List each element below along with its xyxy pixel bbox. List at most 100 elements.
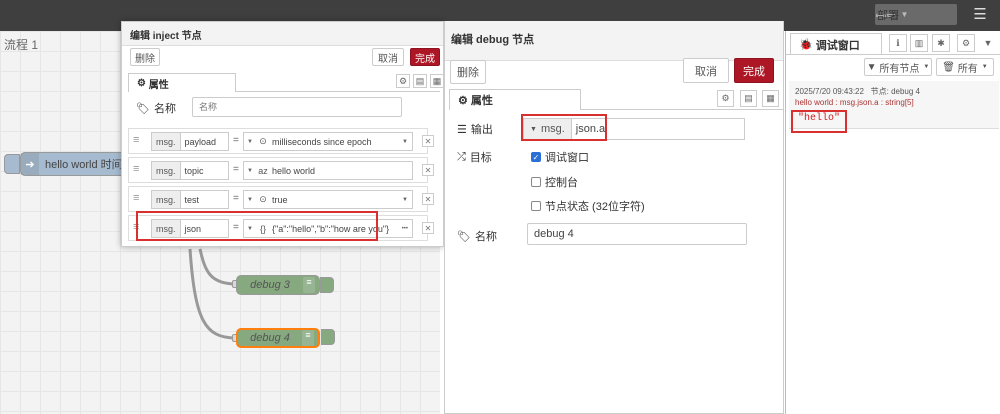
checkbox[interactable]	[531, 201, 541, 211]
cancel-button[interactable]: 取消	[683, 58, 729, 83]
drag-handle-icon[interactable]: ≡	[133, 192, 139, 204]
checkbox[interactable]	[531, 177, 541, 187]
deploy-label: 部署	[877, 9, 899, 22]
filter-label: 所有节点	[879, 63, 920, 75]
msg-prefix: msg.	[152, 162, 181, 179]
chevron-down-icon: ▼	[402, 196, 408, 203]
tab-debug[interactable]: 🐞 调试窗口	[790, 33, 882, 55]
more-icon[interactable]: •••	[402, 226, 408, 232]
type-icon: ⊙	[259, 194, 267, 204]
debug4-node[interactable]: debug 4 ≡	[236, 328, 320, 348]
name-label-row: 🏷 名称	[457, 228, 497, 244]
bug-icon[interactable]: ✱	[932, 34, 950, 52]
gear-icon[interactable]: ⚙	[396, 74, 410, 88]
output-label-row: ☰ 输出	[457, 121, 493, 137]
layout-icon[interactable]: ▦	[430, 74, 444, 88]
shuffle-icon: ⤮	[457, 150, 466, 163]
property-key-field[interactable]: msg. test	[151, 190, 229, 209]
option-debug-label: 调试窗口	[545, 152, 589, 164]
trash-icon: 🗑	[942, 61, 958, 73]
property-value: milliseconds since epoch	[272, 136, 372, 147]
remove-icon[interactable]: ✕	[422, 164, 434, 176]
option-console[interactable]: 控制台	[531, 174, 578, 190]
highlight-box	[521, 114, 607, 141]
name-label: 名称	[153, 103, 176, 115]
debug-tab-label: 调试窗口	[815, 39, 860, 52]
caret-down-icon: ▼	[981, 64, 988, 70]
message-header: 2025/7/20 09:43:22 节点: debug 4	[795, 86, 920, 97]
chevron-down-icon[interactable]: ▼	[979, 34, 997, 52]
property-key: topic	[184, 165, 204, 176]
done-button[interactable]: 完成	[734, 58, 774, 83]
tab-properties[interactable]: ⚙ 属性	[128, 73, 236, 92]
name-input[interactable]: debug 4	[527, 223, 747, 245]
delete-button[interactable]: 删除	[450, 60, 486, 84]
debug3-label: debug 3	[250, 279, 290, 291]
caret-down-icon: ▼	[923, 64, 930, 70]
property-key: payload	[184, 136, 217, 147]
inject-trigger-button[interactable]	[4, 154, 20, 174]
clear-button[interactable]: 🗑 所有 ▼	[936, 58, 994, 76]
done-button[interactable]: 完成	[410, 48, 440, 66]
property-value: true	[272, 194, 288, 205]
debug3-node[interactable]: debug 3 ≡	[236, 275, 320, 295]
target-label: 目标	[469, 152, 492, 164]
gear-icon[interactable]: ⚙	[717, 90, 734, 107]
gear-icon[interactable]: ⚙	[957, 34, 975, 52]
debug-editor-tray: 编辑 debug 节点 删除 取消 完成 ⚙ 属性 ⚙ ▤ ▦ ☰ 输出 ▼ m…	[444, 21, 784, 414]
drag-handle-icon[interactable]: ≡	[133, 134, 139, 146]
chevron-down-icon[interactable]: ▼	[897, 10, 911, 19]
message-topic: hello world : msg.json.a : string[5]	[795, 98, 914, 107]
output-label: 输出	[470, 124, 493, 136]
layout-icon[interactable]: ▦	[762, 90, 779, 107]
equals-sign: =	[233, 164, 239, 175]
checkbox-checked[interactable]: ✓	[531, 152, 541, 162]
debug3-toggle[interactable]	[320, 277, 334, 293]
option-status-label: 节点状态 (32位字符)	[545, 201, 645, 213]
option-console-label: 控制台	[545, 177, 578, 189]
gear-icon: ⚙	[137, 77, 149, 89]
book-icon[interactable]: ▥	[910, 34, 928, 52]
option-status[interactable]: 节点状态 (32位字符)	[531, 198, 645, 214]
debug-sidebar: 🐞 调试窗口 ℹ ▥ ✱ ⚙ ▼ ▼ 所有节点 ▼ 🗑 所有 ▼ 2025/7/…	[785, 31, 1000, 414]
list-icon: ≡	[302, 330, 314, 346]
property-key: test	[184, 194, 200, 205]
highlight-box	[791, 110, 847, 133]
target-label-row: ⤮ 目标	[457, 149, 492, 165]
message-node[interactable]: 节点: debug 4	[871, 87, 920, 96]
property-key-field[interactable]: msg. topic	[151, 161, 229, 180]
name-label: 名称	[474, 231, 497, 243]
deploy-button[interactable]: ▬▬ 部署 ▼	[875, 4, 957, 25]
drag-handle-icon[interactable]: ≡	[133, 163, 139, 175]
filter-button[interactable]: ▼ 所有节点 ▼	[864, 58, 932, 76]
delete-button[interactable]: 删除	[130, 48, 160, 66]
option-debug[interactable]: ✓ 调试窗口	[531, 149, 589, 165]
tab-properties[interactable]: ⚙ 属性	[449, 89, 581, 110]
property-row: ≡ msg. test = ▼ ⊙ true ▼	[128, 186, 428, 212]
debug4-toggle[interactable]	[321, 329, 335, 345]
gear-icon: ⚙	[458, 94, 471, 107]
cancel-button[interactable]: 取消	[372, 48, 404, 66]
property-value: hello world	[272, 165, 316, 176]
remove-icon[interactable]: ✕	[422, 222, 434, 234]
info-icon[interactable]: ℹ	[889, 34, 907, 52]
document-icon[interactable]: ▤	[740, 90, 757, 107]
property-key-field[interactable]: msg. payload	[151, 132, 229, 151]
tray-title: 编辑 inject 节点	[122, 22, 443, 46]
equals-sign: =	[233, 193, 239, 204]
property-value-field[interactable]: ▼ ⊙ true ▼	[243, 190, 413, 209]
clear-label: 所有	[957, 63, 978, 75]
tray-title: 编辑 debug 节点	[445, 21, 783, 61]
inject-editor-tray: 编辑 inject 节点 删除 取消 完成 ⚙ 属性 ⚙ ▤ ▦ 🏷 名称 ≡ …	[121, 21, 444, 247]
remove-icon[interactable]: ✕	[422, 193, 434, 205]
name-input[interactable]	[192, 97, 402, 117]
type-icon: ⊙	[259, 136, 267, 146]
caret-down-icon: ▼	[247, 138, 253, 145]
property-value-field[interactable]: ▼ ⊙ milliseconds since epoch ▼	[243, 132, 413, 151]
property-value-field[interactable]: ▼ az hello world	[243, 161, 413, 180]
name-label-row: 🏷 名称	[136, 100, 176, 116]
chevron-down-icon: ▼	[402, 138, 408, 145]
document-icon[interactable]: ▤	[413, 74, 427, 88]
hamburger-menu-icon[interactable]: ☰	[968, 4, 992, 26]
remove-icon[interactable]: ✕	[422, 135, 434, 147]
